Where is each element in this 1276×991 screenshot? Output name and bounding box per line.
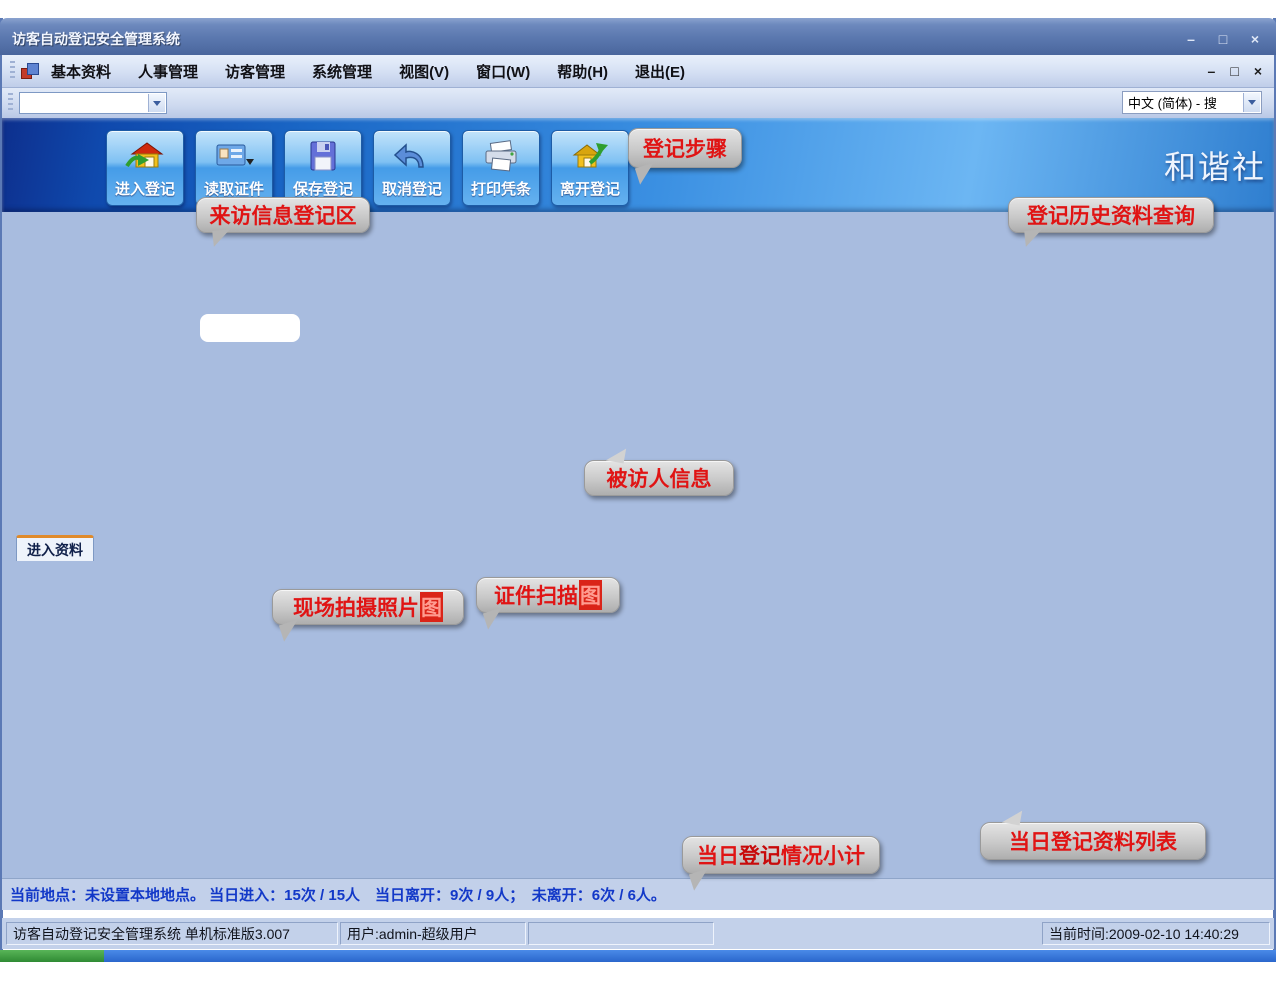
- status-app-version: 访客自动登记安全管理系统 单机标准版3.007: [6, 922, 338, 945]
- menu: 基本资料 人事管理 访客管理 系统管理 视图(V) 窗口(W) 帮助(H) 退出(E): [51, 61, 685, 82]
- summary-text: 当前地点：未设置本地地点。 当日进入：15次 / 15人 当日离开：9次 / 9…: [10, 884, 666, 905]
- content-area: [2, 212, 1274, 878]
- summary-line: 当前地点：未设置本地地点。 当日进入：15次 / 15人 当日离开：9次 / 9…: [2, 878, 1274, 910]
- form-icon: [21, 63, 39, 79]
- minimize-icon[interactable]: –: [1180, 29, 1202, 48]
- application-window: 访客自动登记安全管理系统 – □ × 基本资料 人事管理 访客管理 系统管理 视图(V)…: [0, 0, 1276, 991]
- toolbar-grip: [10, 61, 15, 81]
- restore-icon[interactable]: □: [1212, 29, 1234, 48]
- callout-daily-summary: 当日登记情况小计: [682, 836, 880, 874]
- save-disk-icon: [303, 139, 343, 173]
- menu-item[interactable]: 基本资料: [51, 61, 111, 82]
- save-register-button[interactable]: 保存登记: [284, 130, 362, 206]
- status-current-time: 当前时间:2009-02-10 14:40:29: [1042, 922, 1270, 945]
- statusbar: 访客自动登记安全管理系统 单机标准版3.007 用户:admin-超级用户 当前…: [2, 918, 1274, 949]
- printer-icon: [481, 139, 521, 173]
- undo-arrow-icon: [392, 139, 432, 173]
- tab-enter-data[interactable]: 进入资料: [16, 535, 94, 561]
- menu-item[interactable]: 窗口(W): [476, 61, 530, 82]
- tool-row: 中文 (简体) - 搜: [2, 88, 1274, 118]
- read-card-button[interactable]: 读取证件: [195, 130, 273, 206]
- brand-text: 和谐社: [1164, 142, 1266, 188]
- menu-item[interactable]: 退出(E): [635, 61, 685, 82]
- chevron-down-icon[interactable]: [148, 94, 165, 112]
- status-empty-segment: [528, 922, 714, 945]
- mdi-close-icon[interactable]: ×: [1254, 63, 1262, 79]
- menu-item[interactable]: 人事管理: [138, 61, 198, 82]
- chevron-down-icon[interactable]: [1243, 93, 1260, 112]
- mdi-minimize-icon[interactable]: –: [1208, 63, 1216, 79]
- callout-steps: 登记步骤: [628, 128, 742, 168]
- toolbar-grip: [8, 93, 13, 113]
- callout-id-scan: 证件扫描图: [476, 577, 620, 613]
- callout-history-query: 登记历史资料查询: [1008, 197, 1214, 233]
- menu-item[interactable]: 系统管理: [312, 61, 372, 82]
- close-icon[interactable]: ×: [1244, 29, 1266, 48]
- callout-visitor-area: 来访信息登记区: [196, 197, 370, 233]
- callout-live-photo: 现场拍摄照片图: [272, 589, 464, 625]
- mdi-restore-icon[interactable]: □: [1230, 63, 1238, 79]
- read-card-icon: [214, 139, 254, 173]
- callout-daily-list: 当日登记资料列表: [980, 822, 1206, 860]
- menu-item[interactable]: 访客管理: [225, 61, 285, 82]
- privacy-blur: [200, 314, 300, 342]
- language-selector[interactable]: 中文 (简体) - 搜: [1122, 91, 1262, 114]
- titlebar: 访客自动登记安全管理系统 – □ ×: [0, 18, 1276, 55]
- leave-house-icon: [570, 139, 610, 173]
- quick-combo[interactable]: [19, 92, 167, 114]
- menubar: 基本资料 人事管理 访客管理 系统管理 视图(V) 窗口(W) 帮助(H) 退出(E) – □…: [2, 55, 1274, 88]
- callout-visited-info: 被访人信息: [584, 460, 734, 496]
- window-title: 访客自动登记安全管理系统: [12, 29, 180, 49]
- status-user: 用户:admin-超级用户: [340, 922, 526, 945]
- cancel-register-button[interactable]: 取消登记: [373, 130, 451, 206]
- print-slip-button[interactable]: 打印凭条: [462, 130, 540, 206]
- enter-house-icon: [125, 139, 165, 173]
- enter-register-button[interactable]: 进入登记: [106, 130, 184, 206]
- menu-item[interactable]: 帮助(H): [557, 61, 608, 82]
- menu-item[interactable]: 视图(V): [399, 61, 449, 82]
- start-button-edge[interactable]: [0, 950, 104, 962]
- taskbar-edge: [0, 950, 1276, 962]
- language-value: 中文 (简体) - 搜: [1128, 93, 1217, 112]
- leave-register-button[interactable]: 离开登记: [551, 130, 629, 206]
